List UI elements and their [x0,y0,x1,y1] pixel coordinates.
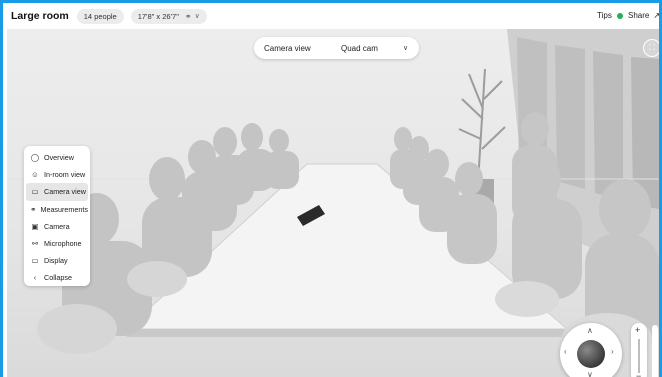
menu-item-collapse[interactable]: ‹ Collapse [26,269,88,286]
menu-item-in-room-view[interactable]: ☺ In-room view [26,166,88,183]
menu-item-display[interactable]: ▭ Display [26,252,88,269]
people-count-badge: 14 people [76,8,124,24]
menu-item-label: Camera [44,221,70,231]
menu-item-label: In-room view [44,170,86,180]
menu-item-label: Microphone [44,239,82,249]
secondary-slider[interactable] [652,325,658,377]
camera-icon: ▭ [31,187,39,197]
tips-label: Tips [597,11,612,20]
wall-tile [555,45,585,189]
camera-device-icon: ▣ [31,221,39,231]
menu-item-camera[interactable]: ▣ Camera [26,218,88,235]
menu-item-label: Measurements [40,204,88,214]
tag-icon: ⚭ [184,11,192,21]
side-menu: ◯ Overview ☺ In-room view ▭ Camera view … [24,146,90,286]
ruler-icon: ⚭ [30,204,37,214]
menu-item-label: Display [44,256,68,266]
menu-item-label: Collapse [44,273,72,283]
top-bar: Large room 14 people 17'8" x 26'7" ⚭ ∨ [3,3,659,29]
zoom-out-icon[interactable]: − [636,371,641,377]
room-title: Large room [11,10,69,22]
orbit-handle[interactable] [577,340,605,368]
menu-item-microphone[interactable]: ⚯ Microphone [26,235,88,252]
chevron-down-icon: ∨ [403,45,409,52]
display-icon: ▭ [31,256,39,266]
menu-item-label: Overview [44,153,74,163]
menu-item-label: Camera view [44,187,86,197]
share-icon: ↗ [653,11,659,20]
chevron-left-icon: ‹ [33,273,37,283]
chevron-left-icon[interactable]: ‹ [564,347,567,356]
chevron-down-icon[interactable]: ∨ [587,370,593,377]
zoom-in-icon[interactable]: + [635,325,640,335]
fullscreen-icon[interactable]: ⛶ [643,39,659,57]
zoom-track[interactable] [638,339,640,373]
camera-view-value: Quad cam [341,43,378,53]
room-render [7,29,659,365]
table-base [319,337,379,361]
people-count-label: 14 people [83,11,117,21]
orbit-navigation-control[interactable]: ∧ ‹ › ∨ [560,323,622,377]
overview-icon: ◯ [30,153,40,163]
camera-view-dropdown[interactable]: Camera view Quad cam ∨ [254,37,419,59]
app-frame: Large room 14 people 17'8" x 26'7" ⚭ ∨ T… [3,3,659,377]
tips-toggle[interactable]: Tips [597,11,623,20]
dimensions-label: 17'8" x 26'7" [137,11,179,21]
person-icon: ☺ [31,170,39,180]
room-3d-view[interactable] [7,29,659,377]
microphone-icon: ⚯ [31,239,39,249]
share-button[interactable]: Share ↗ [628,11,659,20]
chevron-up-icon[interactable]: ∧ [587,326,593,335]
share-label: Share [628,11,650,20]
camera-view-label: Camera view [264,43,311,53]
menu-item-measurements[interactable]: ⚭ Measurements [26,201,88,218]
tips-status-dot [616,12,623,19]
menu-item-overview[interactable]: ◯ Overview [26,149,88,166]
dimensions-selector[interactable]: 17'8" x 26'7" ⚭ ∨ [130,8,207,24]
chevron-right-icon[interactable]: › [611,347,614,356]
zoom-slider[interactable]: + − [631,323,647,377]
chevron-down-icon: ∨ [194,13,200,20]
menu-item-camera-view[interactable]: ▭ Camera view [26,183,88,201]
